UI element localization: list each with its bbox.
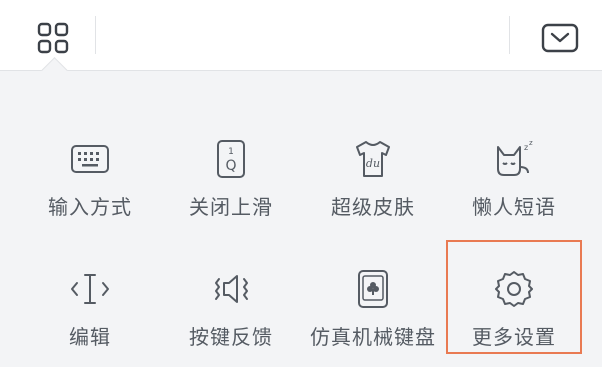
menu-item-mechanical-keyboard[interactable]: 仿真机械键盘 — [303, 267, 443, 367]
svg-text:Q: Q — [225, 158, 236, 174]
menu-item-edit[interactable]: 编辑 — [20, 267, 160, 367]
swipe-up-key-icon: 1 Q — [217, 140, 245, 178]
menu-item-label: 按键反馈 — [189, 325, 273, 349]
toolbar-divider — [509, 16, 510, 54]
menu-item-input-method[interactable]: 输入方式 — [20, 137, 160, 237]
menu-item-label: 编辑 — [69, 325, 111, 349]
grid-menu-button[interactable] — [26, 14, 80, 62]
mechanical-keycap-icon — [358, 270, 388, 308]
svg-text:z: z — [524, 143, 528, 152]
text-cursor-icon — [71, 274, 109, 304]
menu-item-label: 懒人短语 — [472, 195, 556, 219]
menu-item-label: 关闭上滑 — [189, 195, 273, 219]
tshirt-skin-icon: du — [356, 141, 390, 177]
svg-text:1: 1 — [228, 147, 234, 157]
svg-text:z: z — [529, 139, 533, 147]
keyboard-icon — [71, 145, 109, 173]
menu-item-close-swipe-up[interactable]: 1 Q 关闭上滑 — [161, 137, 301, 237]
grid-icon — [37, 22, 69, 54]
menu-item-lazy-phrases[interactable]: z z 懒人短语 — [444, 137, 584, 237]
selection-highlight-box — [446, 240, 582, 354]
collapse-keyboard-button[interactable] — [536, 18, 584, 58]
menu-item-label: 超级皮肤 — [331, 195, 415, 219]
menu-item-key-feedback[interactable]: 按键反馈 — [161, 267, 301, 367]
collapse-keyboard-icon — [541, 23, 579, 53]
keyboard-toolbar — [0, 0, 602, 71]
menu-item-label: 仿真机械键盘 — [310, 325, 436, 349]
speaker-vibration-icon — [215, 275, 248, 303]
menu-item-label: 输入方式 — [48, 195, 132, 219]
sleeping-cat-icon: z z — [497, 139, 533, 176]
toolbar-divider — [95, 16, 96, 54]
menu-item-super-skin[interactable]: du 超级皮肤 — [303, 137, 443, 237]
svg-text:du: du — [366, 157, 380, 170]
